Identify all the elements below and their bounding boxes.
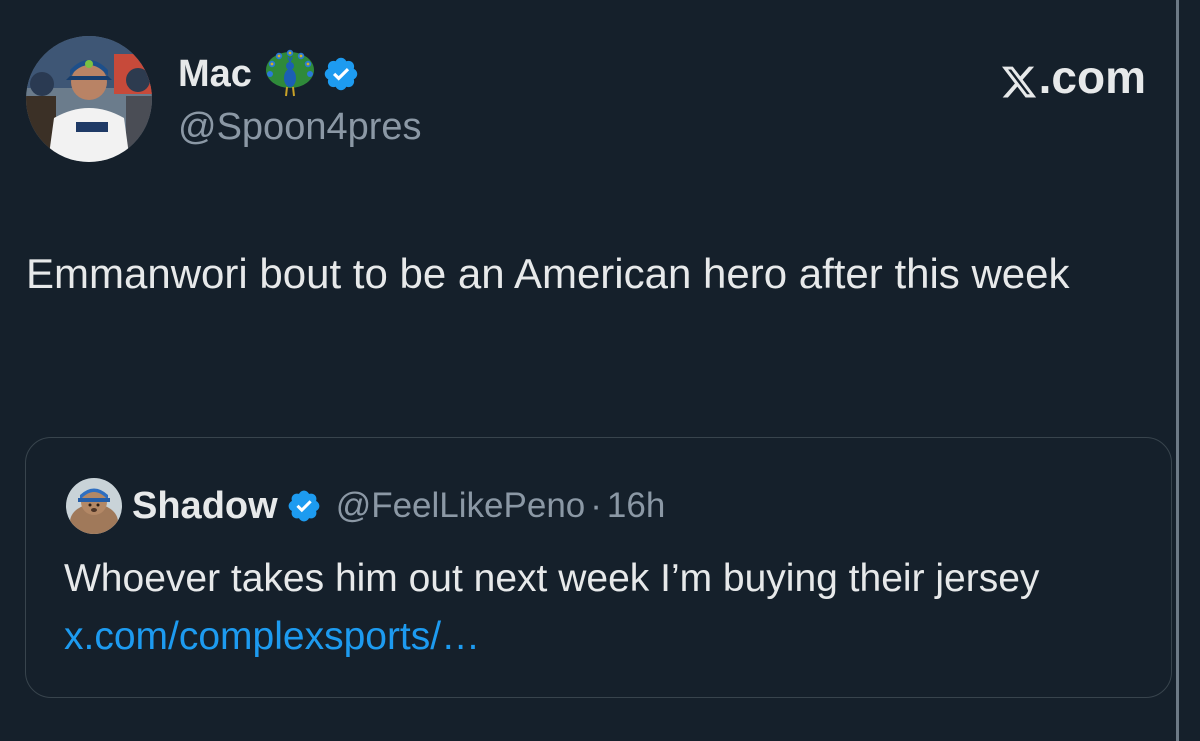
x-logo-icon xyxy=(1000,58,1038,98)
scrollbar[interactable] xyxy=(1176,0,1179,741)
author-avatar[interactable] xyxy=(26,36,152,162)
quoted-tweet-link[interactable]: x.com/complexsports/… xyxy=(64,615,480,658)
quoted-tweet-header: Shadow @FeelLikePeno · 16h xyxy=(132,478,665,534)
site-domain-text: .com xyxy=(1038,51,1146,103)
tweet-text: Emmanwori bout to be an American hero af… xyxy=(26,250,1070,297)
peacock-icon xyxy=(264,48,316,100)
site-label: .com xyxy=(1000,50,1146,104)
author-name-row: Mac xyxy=(178,48,360,100)
meta-separator: · xyxy=(590,486,602,525)
quoted-tweet-text: Whoever takes him out next week I’m buyi… xyxy=(64,557,1040,600)
author-handle[interactable]: @Spoon4pres xyxy=(178,106,422,149)
author-display-name[interactable]: Mac xyxy=(178,53,252,96)
quoted-author-handle[interactable]: @FeelLikePeno xyxy=(336,486,586,526)
quoted-author-avatar[interactable] xyxy=(66,478,122,534)
verified-badge-icon[interactable] xyxy=(322,55,360,93)
quoted-tweet-time[interactable]: 16h xyxy=(607,486,665,526)
quoted-author-name[interactable]: Shadow xyxy=(132,485,278,528)
verified-badge-icon[interactable] xyxy=(286,488,322,524)
quoted-tweet-card[interactable]: Shadow @FeelLikePeno · 16h Whoever takes… xyxy=(25,437,1172,698)
quoted-tweet-body: Whoever takes him out next week I’m buyi… xyxy=(64,550,1144,666)
